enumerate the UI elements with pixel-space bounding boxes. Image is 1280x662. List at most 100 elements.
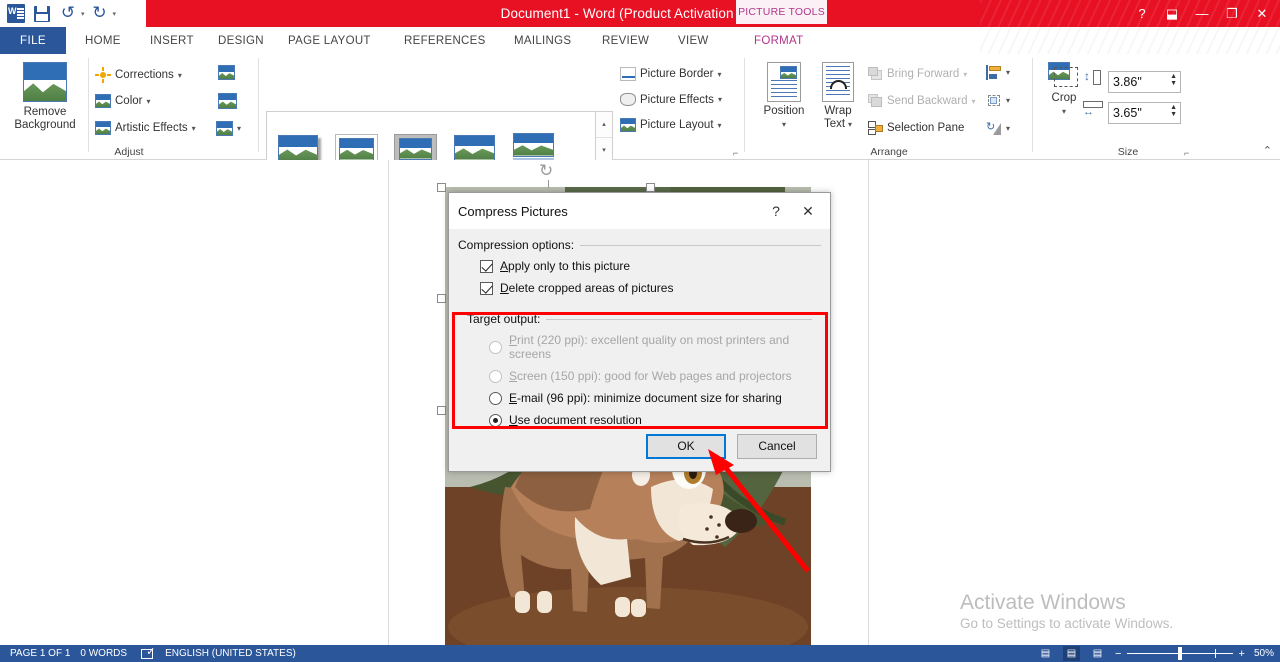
close-button[interactable]: ✕ — [1248, 2, 1276, 26]
read-mode-view-button[interactable]: ▤ — [1037, 646, 1054, 661]
tab-view[interactable]: VIEW — [668, 27, 719, 54]
selection-handle-top-left[interactable] — [437, 183, 446, 192]
shape-height-field[interactable]: 3.86" ▲ ▼ — [1108, 71, 1181, 93]
group-objects-button[interactable]: ▾ — [986, 93, 1010, 108]
ribbon-group-label-adjust: Adjust — [114, 146, 144, 158]
zoom-out-button[interactable]: − — [1115, 648, 1121, 660]
artistic-effects-button[interactable]: Artistic Effects ▾ — [95, 121, 196, 135]
selection-handle-left-middle[interactable] — [437, 294, 446, 303]
size-dialog-launcher[interactable]: ⌐ — [1184, 148, 1189, 158]
tab-insert[interactable]: INSERT — [140, 27, 204, 54]
tab-references[interactable]: REFERENCES — [394, 27, 496, 54]
radio-icon[interactable] — [489, 340, 502, 354]
minimize-button[interactable]: — — [1188, 2, 1216, 26]
redo-icon[interactable]: ↻ — [89, 3, 111, 25]
tab-design[interactable]: DESIGN — [208, 27, 274, 54]
remove-background-label-1: Remove — [23, 106, 67, 118]
tab-page-layout[interactable]: PAGE LAYOUT — [278, 27, 381, 54]
word-logo-icon[interactable] — [5, 3, 27, 25]
checkbox-delete-cropped-areas[interactable]: Delete cropped areas of pictures — [480, 281, 821, 295]
bring-forward-button[interactable]: Bring Forward ▾ — [868, 67, 967, 81]
chevron-down-icon: ▾ — [146, 96, 151, 106]
corrections-button[interactable]: Corrections ▾ — [95, 67, 182, 83]
tab-file[interactable]: FILE — [0, 27, 66, 54]
color-button[interactable]: Color ▾ — [95, 94, 151, 108]
shape-width-stepper[interactable]: ▲ ▼ — [1170, 104, 1177, 118]
target-output-header: Target output: — [467, 312, 812, 326]
radio-label-rest: creen (150 ppi): good for Web pages and … — [517, 369, 792, 383]
align-objects-button[interactable]: ▾ — [986, 65, 1010, 80]
checkbox-icon[interactable] — [480, 259, 493, 273]
rotate-objects-button[interactable]: ↻ ▾ — [986, 121, 1010, 136]
reset-picture-button[interactable]: ▾ — [216, 121, 241, 136]
bring-forward-icon — [868, 67, 883, 81]
compression-options-label: Compression options: — [458, 238, 575, 252]
selection-pane-button[interactable]: Selection Pane — [868, 121, 964, 135]
zoom-in-button[interactable]: + — [1239, 648, 1245, 660]
gallery-scroll-up-button[interactable]: ▴ — [596, 112, 612, 138]
rotation-handle[interactable]: ↻ — [539, 163, 553, 180]
save-icon[interactable] — [31, 3, 53, 25]
picture-effects-button[interactable]: Picture Effects ▾ — [620, 93, 722, 106]
accel-key: S — [509, 369, 518, 383]
corrections-label: Corrections — [115, 69, 174, 81]
position-button[interactable]: Position ▾ — [756, 62, 812, 131]
checkbox-icon[interactable] — [480, 281, 493, 295]
chevron-down-icon: ▾ — [237, 124, 242, 133]
radio-target-email[interactable]: E-mail (96 ppi): minimize document size … — [489, 391, 812, 405]
help-button[interactable]: ? — [1128, 2, 1156, 26]
tab-home[interactable]: HOME — [75, 27, 131, 54]
collapse-ribbon-button[interactable]: ⌃ — [1263, 144, 1272, 157]
send-backward-icon — [868, 94, 883, 108]
window-controls: ? ⬓ — ❐ ✕ — [1128, 0, 1276, 27]
customize-qat-icon[interactable]: ▾ — [113, 10, 117, 18]
selection-handle-left-bottom[interactable] — [437, 406, 446, 415]
radio-icon[interactable] — [489, 369, 502, 383]
print-layout-view-button[interactable]: ▤ — [1062, 646, 1080, 661]
undo-dropdown-icon[interactable]: ▾ — [81, 10, 85, 18]
status-word-count[interactable]: 0 WORDS — [80, 648, 127, 659]
radio-target-print[interactable]: Print (220 ppi): excellent quality on mo… — [489, 333, 812, 361]
selection-handle-top-center[interactable] — [646, 183, 655, 192]
corrections-icon — [95, 67, 111, 83]
ribbon-group-label-arrange: Arrange — [870, 146, 908, 158]
picture-border-button[interactable]: Picture Border ▾ — [620, 67, 722, 81]
radio-label: Print (220 ppi): excellent quality on mo… — [509, 333, 812, 361]
chevron-down-icon: ▾ — [1006, 96, 1011, 105]
shape-width-field[interactable]: 3.65" ▲ ▼ — [1108, 102, 1181, 124]
compress-pictures-button[interactable] — [218, 65, 235, 80]
undo-icon[interactable]: ↺ — [57, 3, 79, 25]
title-bar: ↺ ▾ ↻ ▾ Document1 - Word (Product Activa… — [0, 0, 1280, 27]
zoom-slider-thumb[interactable] — [1177, 647, 1182, 660]
ribbon-display-options-button[interactable]: ⬓ — [1158, 2, 1186, 26]
tab-format[interactable]: FORMAT — [744, 27, 814, 54]
wrap-text-button[interactable]: Wrap Text ▾ — [810, 62, 866, 131]
radio-target-screen[interactable]: Screen (150 ppi): good for Web pages and… — [489, 369, 812, 383]
remove-background-button[interactable]: Remove Background — [8, 62, 82, 132]
dialog-close-button[interactable]: ✕ — [792, 198, 824, 224]
status-page-indicator[interactable]: PAGE 1 OF 1 — [10, 648, 70, 659]
status-language[interactable]: ENGLISH (UNITED STATES) — [165, 648, 296, 659]
picture-styles-dialog-launcher[interactable]: ⌐ — [733, 148, 738, 158]
proofing-errors-icon[interactable]: ✓ — [141, 646, 155, 659]
restore-button[interactable]: ❐ — [1218, 2, 1246, 26]
wrap-text-label-1: Wrap — [824, 105, 852, 117]
dialog-help-button[interactable]: ? — [760, 198, 792, 224]
tab-review[interactable]: REVIEW — [592, 27, 659, 54]
ribbon-tab-strip: FILE HOME INSERT DESIGN PAGE LAYOUT REFE… — [0, 27, 1280, 81]
send-backward-button[interactable]: Send Backward ▾ — [868, 94, 976, 108]
radio-icon[interactable] — [489, 391, 502, 405]
picture-layout-button[interactable]: Picture Layout ▾ — [620, 118, 722, 132]
crop-button[interactable]: Crop ▾ — [1040, 62, 1088, 118]
tab-mailings[interactable]: MAILINGS — [504, 27, 581, 54]
zoom-slider[interactable]: − + — [1115, 646, 1245, 661]
zoom-percent[interactable]: 50% — [1254, 648, 1274, 659]
compress-pictures-icon — [218, 65, 235, 80]
remove-background-icon — [23, 62, 67, 102]
checkbox-apply-only-to-this-picture[interactable]: Apply only to this picture — [480, 259, 821, 273]
color-label: Color — [115, 95, 143, 107]
web-layout-view-button[interactable]: ▤ — [1089, 646, 1106, 661]
change-picture-button[interactable] — [218, 93, 237, 109]
checkbox-label: Apply only to this picture — [500, 259, 630, 273]
shape-height-stepper[interactable]: ▲ ▼ — [1170, 73, 1177, 87]
